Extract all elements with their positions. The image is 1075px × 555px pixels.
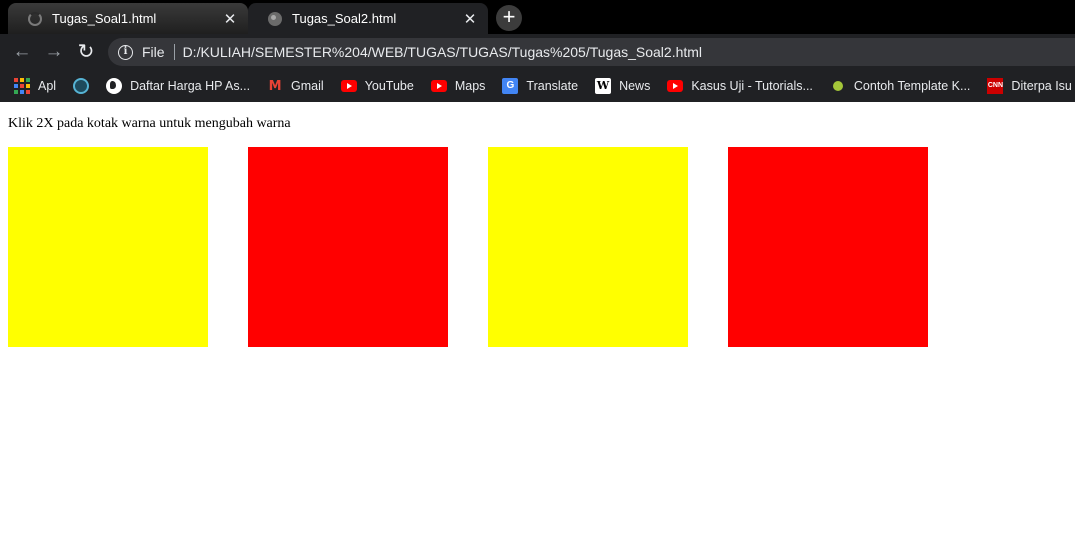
new-tab-button[interactable]: + bbox=[496, 5, 522, 31]
instruction-text: Klik 2X pada kotak warna untuk mengubah … bbox=[8, 116, 291, 131]
bookmark-diterpa-isu[interactable]: CNN Diterpa Isu Tak Sed bbox=[987, 78, 1075, 94]
gmail-icon: M bbox=[268, 78, 282, 94]
tab-strip: Tugas_Soal1.html ✕ Tugas_Soal2.html ✕ + bbox=[0, 0, 1075, 34]
youtube-icon bbox=[667, 78, 684, 94]
bookmark-apl[interactable]: Apl bbox=[14, 78, 56, 94]
bookmark-translate[interactable]: G Translate bbox=[502, 78, 578, 94]
bookmark-label: YouTube bbox=[364, 79, 414, 93]
tab-tugas-soal1[interactable]: Tugas_Soal1.html ✕ bbox=[8, 3, 248, 34]
green-dot-icon bbox=[830, 78, 846, 94]
bookmark-label: Translate bbox=[526, 79, 579, 93]
youtube-icon bbox=[340, 78, 357, 94]
close-icon[interactable]: ✕ bbox=[222, 10, 238, 28]
circle-logo-icon bbox=[73, 78, 90, 94]
url-text[interactable]: D:/KULIAH/SEMESTER%204/WEB/TUGAS/TUGAS/T… bbox=[183, 44, 702, 60]
bookmark-label: Contoh Template K... bbox=[853, 79, 971, 93]
color-box-3[interactable] bbox=[488, 147, 688, 347]
reload-icon[interactable]: ↻ bbox=[74, 40, 98, 64]
bookmark-maps[interactable]: Maps bbox=[430, 78, 486, 94]
bookmarks-bar: Apl Daftar Harga HP As... M Gmail YouTub… bbox=[0, 70, 1075, 102]
back-arrow-icon[interactable]: ← bbox=[10, 40, 34, 64]
tab-tugas-soal2[interactable]: Tugas_Soal2.html ✕ bbox=[248, 3, 488, 34]
bookmark-label: Kasus Uji - Tutorials... bbox=[691, 79, 813, 93]
tab-title: Tugas_Soal1.html bbox=[52, 11, 157, 26]
color-box-2[interactable] bbox=[248, 147, 448, 347]
tab-title: Tugas_Soal2.html bbox=[292, 11, 397, 26]
translate-icon: G bbox=[502, 78, 519, 94]
bookmark-label: Diterpa Isu Tak Sed bbox=[1011, 79, 1075, 93]
close-icon[interactable]: ✕ bbox=[462, 10, 478, 28]
address-bar[interactable]: i File D:/KULIAH/SEMESTER%204/WEB/TUGAS/… bbox=[108, 38, 1075, 66]
youtube-icon bbox=[430, 78, 447, 94]
bookmark-label: Apl bbox=[38, 79, 57, 93]
forward-arrow-icon[interactable]: → bbox=[42, 40, 66, 64]
bookmark-daftar-harga[interactable]: Daftar Harga HP As... bbox=[106, 78, 250, 94]
bookmark-youtube[interactable]: YouTube bbox=[340, 78, 414, 94]
bookmark-news[interactable]: W News bbox=[595, 78, 650, 94]
scheme-label: File bbox=[142, 44, 165, 60]
bookmark-label: Gmail bbox=[291, 79, 324, 93]
browser-toolbar: ← → ↻ i File D:/KULIAH/SEMESTER%204/WEB/… bbox=[0, 34, 1075, 70]
bookmark-gmail[interactable]: M Gmail bbox=[267, 78, 324, 94]
bookmark-label: News bbox=[619, 79, 651, 93]
bookmark-circle-logo[interactable] bbox=[73, 78, 90, 94]
bookmark-label: Daftar Harga HP As... bbox=[130, 79, 251, 93]
globe-icon bbox=[106, 78, 123, 94]
page-viewport: Klik 2X pada kotak warna untuk mengubah … bbox=[0, 102, 1075, 555]
color-box-4[interactable] bbox=[728, 147, 928, 347]
bookmark-contoh-template[interactable]: Contoh Template K... bbox=[830, 78, 971, 94]
globe-icon bbox=[268, 11, 282, 26]
info-icon[interactable]: i bbox=[118, 44, 133, 60]
wikipedia-icon: W bbox=[595, 78, 612, 94]
divider bbox=[173, 44, 175, 60]
cnn-icon: CNN bbox=[987, 78, 1004, 94]
bookmark-label: Maps bbox=[454, 79, 486, 93]
loading-icon bbox=[28, 11, 42, 26]
apps-grid-icon bbox=[14, 78, 30, 94]
color-box-1[interactable] bbox=[8, 147, 208, 347]
bookmark-kasus-uji[interactable]: Kasus Uji - Tutorials... bbox=[667, 78, 813, 94]
